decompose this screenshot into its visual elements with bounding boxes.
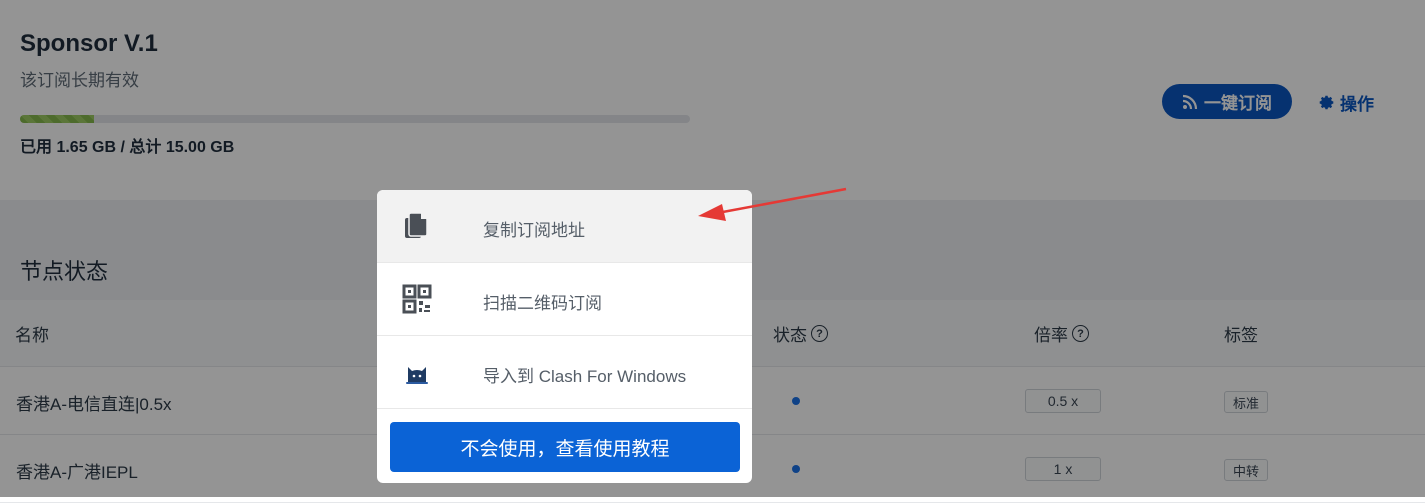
menu-item-label: 导入到 Clash For Windows <box>483 367 687 386</box>
scan-qrcode-item[interactable]: 扫描二维码订阅 <box>377 263 752 336</box>
view-tutorial-button[interactable]: 不会使用，查看使用教程 <box>390 422 740 472</box>
page: Sponsor V.1 该订阅长期有效 已用 1.65 GB / 总计 15.0… <box>0 0 1425 503</box>
qrcode-icon <box>402 284 432 314</box>
menu-item-label: 复制订阅地址 <box>483 221 585 240</box>
copy-subscription-url-item[interactable]: 复制订阅地址 <box>377 190 752 263</box>
clash-cat-icon <box>406 367 428 384</box>
subscribe-modal: 复制订阅地址 扫描二维码订阅 导入到 Clash For Windows 不会使… <box>377 190 752 483</box>
copy-icon <box>405 212 428 238</box>
menu-item-label: 扫描二维码订阅 <box>483 294 602 313</box>
import-clash-item[interactable]: 导入到 Clash For Windows <box>377 336 752 409</box>
